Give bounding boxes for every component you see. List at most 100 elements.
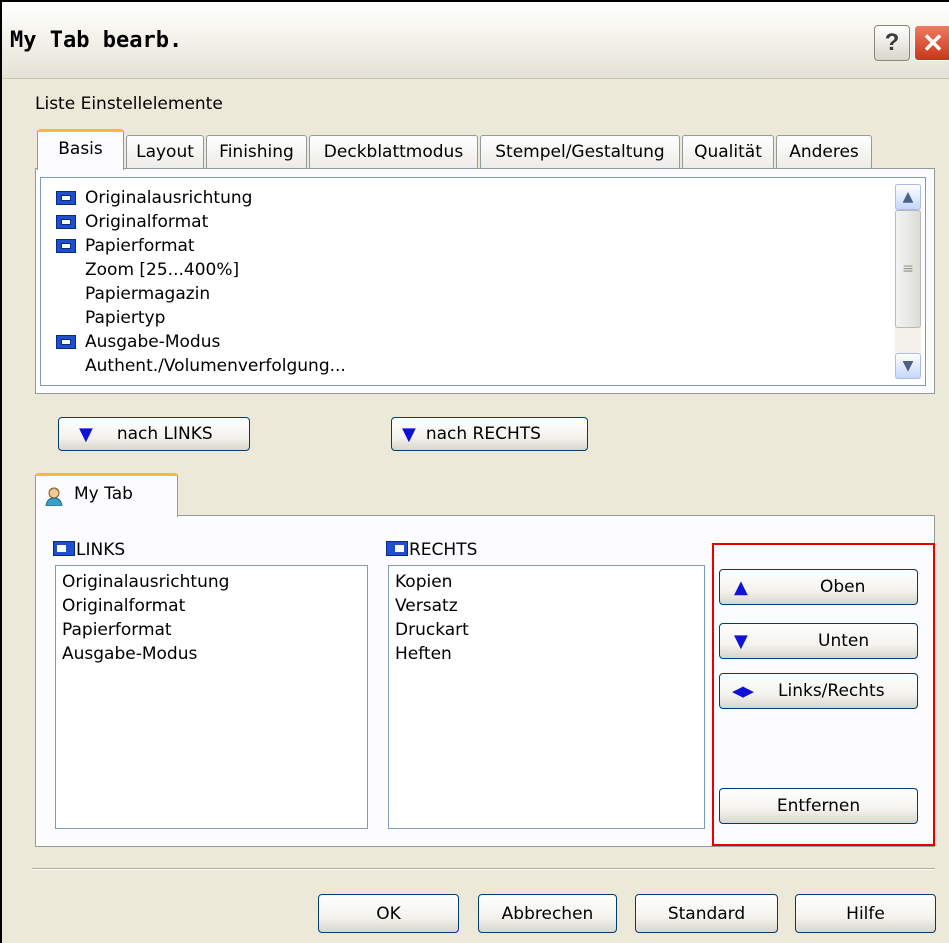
tab-my-tab[interactable]: My Tab (35, 473, 178, 517)
list-item-label: Papierformat (85, 236, 195, 256)
dialog-window: My Tab bearb. ? ✕ Liste Einstellelemente… (0, 0, 949, 943)
list-item-label: Originalausrichtung (62, 572, 230, 592)
list-item-label: Heften (395, 644, 452, 664)
tab-finishing[interactable]: Finishing (206, 135, 307, 169)
tab-deckblattmodus-label: Deckblattmodus (323, 142, 464, 162)
list-item[interactable]: Ausgabe-Modus (47, 330, 885, 354)
scroll-thumb[interactable]: ≡ (895, 210, 921, 328)
triangle-down-icon: ▼ (734, 630, 748, 652)
tab-qualitaet[interactable]: Qualität (682, 135, 774, 169)
tab-qualitaet-label: Qualität (694, 142, 762, 162)
list-item-label: Kopien (395, 572, 453, 592)
list-item-label: Papiertyp (85, 308, 166, 328)
list-item[interactable]: Papiertyp (47, 306, 885, 330)
links-listbox[interactable]: Originalausrichtung Originalformat Papie… (55, 565, 368, 829)
footer-separator (32, 868, 935, 870)
list-item-label: Originalformat (85, 212, 209, 232)
help-icon[interactable]: ? (874, 25, 910, 61)
tab-deckblattmodus[interactable]: Deckblattmodus (309, 135, 478, 169)
move-down-button[interactable]: ▼ Unten (719, 623, 918, 659)
layout-right-icon (386, 541, 408, 556)
move-up-label: Oben (820, 577, 866, 597)
settings-list-rows: Originalausrichtung Originalformat Papie… (47, 186, 885, 378)
default-button[interactable]: Standard (635, 894, 778, 933)
left-right-arrows-icon: ◀▶ (732, 682, 754, 700)
tab-layout-label: Layout (136, 142, 194, 162)
help-label: Hilfe (846, 903, 885, 924)
list-item-label: Ausgabe-Modus (62, 644, 198, 664)
list-item[interactable]: Druckart (395, 618, 698, 642)
default-label: Standard (667, 903, 746, 924)
tab-anderes[interactable]: Anderes (776, 135, 872, 169)
list-item[interactable]: Kopien (395, 570, 698, 594)
list-item-label: Originalausrichtung (85, 188, 253, 208)
triangle-up-icon: ▲ (734, 576, 748, 598)
window-title: My Tab bearb. (10, 28, 183, 53)
user-icon (45, 487, 63, 506)
list-item[interactable]: Zoom [25...400%] (47, 258, 885, 282)
rechts-listbox[interactable]: Kopien Versatz Druckart Heften (388, 565, 705, 829)
swap-left-right-label: Links/Rechts (778, 681, 885, 701)
close-icon[interactable]: ✕ (914, 25, 949, 61)
tab-basis[interactable]: Basis (37, 129, 124, 170)
layout-property-icon (56, 191, 76, 205)
rechts-header: RECHTS (386, 540, 477, 560)
settings-scrollbar[interactable]: ▲ ≡ ▼ (895, 184, 921, 379)
triangle-down-icon: ▼ (79, 423, 93, 445)
tab-anderes-label: Anderes (789, 142, 859, 162)
list-item-label: Druckart (395, 620, 469, 640)
list-item-label: Papiermagazin (85, 284, 211, 304)
list-item-label: Ausgabe-Modus (85, 332, 221, 352)
tab-basis-label: Basis (58, 139, 103, 159)
list-item[interactable]: Authent./Volumenverfolgung... (47, 354, 885, 378)
list-item[interactable]: Originalformat (62, 594, 361, 618)
list-item[interactable]: Originalausrichtung (47, 186, 885, 210)
tab-stempel-gestaltung-label: Stempel/Gestaltung (495, 142, 665, 162)
list-item[interactable]: Originalausrichtung (62, 570, 361, 594)
list-item-label: Zoom [25...400%] (85, 260, 240, 280)
links-header-label: LINKS (76, 540, 126, 560)
settings-list-label: Liste Einstellelemente (35, 94, 223, 114)
layout-left-icon (53, 541, 75, 556)
list-item[interactable]: Originalformat (47, 210, 885, 234)
title-bar: My Tab bearb. ? ✕ (2, 2, 949, 79)
list-item[interactable]: Papierformat (47, 234, 885, 258)
links-header: LINKS (53, 540, 125, 560)
list-item-label: Papierformat (62, 620, 172, 640)
remove-label: Entfernen (776, 796, 861, 816)
cancel-button[interactable]: Abbrechen (478, 894, 617, 933)
list-item[interactable]: Papiermagazin (47, 282, 885, 306)
scroll-up-icon[interactable]: ▲ (895, 184, 921, 210)
ok-button[interactable]: OK (318, 894, 459, 933)
ok-label: OK (376, 903, 401, 924)
scroll-down-icon[interactable]: ▼ (895, 353, 921, 379)
rechts-header-label: RECHTS (409, 540, 478, 560)
move-right-button[interactable]: ▼ nach RECHTS (391, 417, 588, 451)
move-left-label: nach LINKS (116, 424, 213, 444)
layout-property-icon (56, 215, 76, 229)
cancel-label: Abbrechen (501, 903, 594, 924)
basis-tab-panel: Originalausrichtung Originalformat Papie… (35, 168, 935, 394)
move-up-button[interactable]: ▲ Oben (719, 569, 918, 605)
move-left-button[interactable]: ▼ nach LINKS (58, 417, 250, 451)
help-button[interactable]: Hilfe (795, 894, 936, 933)
list-item[interactable]: Versatz (395, 594, 698, 618)
list-item-label: Originalformat (62, 596, 186, 616)
list-item-label: Versatz (395, 596, 458, 616)
list-item-label: Authent./Volumenverfolgung... (85, 356, 346, 376)
swap-left-right-button[interactable]: ◀▶ Links/Rechts (719, 673, 918, 709)
triangle-down-icon: ▼ (402, 423, 416, 445)
tab-stempel-gestaltung[interactable]: Stempel/Gestaltung (480, 135, 680, 169)
tab-finishing-label: Finishing (219, 142, 294, 162)
settings-listbox[interactable]: Originalausrichtung Originalformat Papie… (40, 177, 926, 386)
list-item[interactable]: Papierformat (62, 618, 361, 642)
remove-button[interactable]: Entfernen (719, 788, 918, 824)
move-right-label: nach RECHTS (425, 424, 541, 444)
layout-property-icon (56, 239, 76, 253)
list-item[interactable]: Ausgabe-Modus (62, 642, 361, 666)
layout-property-icon (56, 335, 76, 349)
move-down-label: Unten (818, 631, 870, 651)
tab-layout[interactable]: Layout (126, 135, 204, 169)
list-item[interactable]: Heften (395, 642, 698, 666)
tab-my-tab-label: My Tab (74, 484, 133, 504)
